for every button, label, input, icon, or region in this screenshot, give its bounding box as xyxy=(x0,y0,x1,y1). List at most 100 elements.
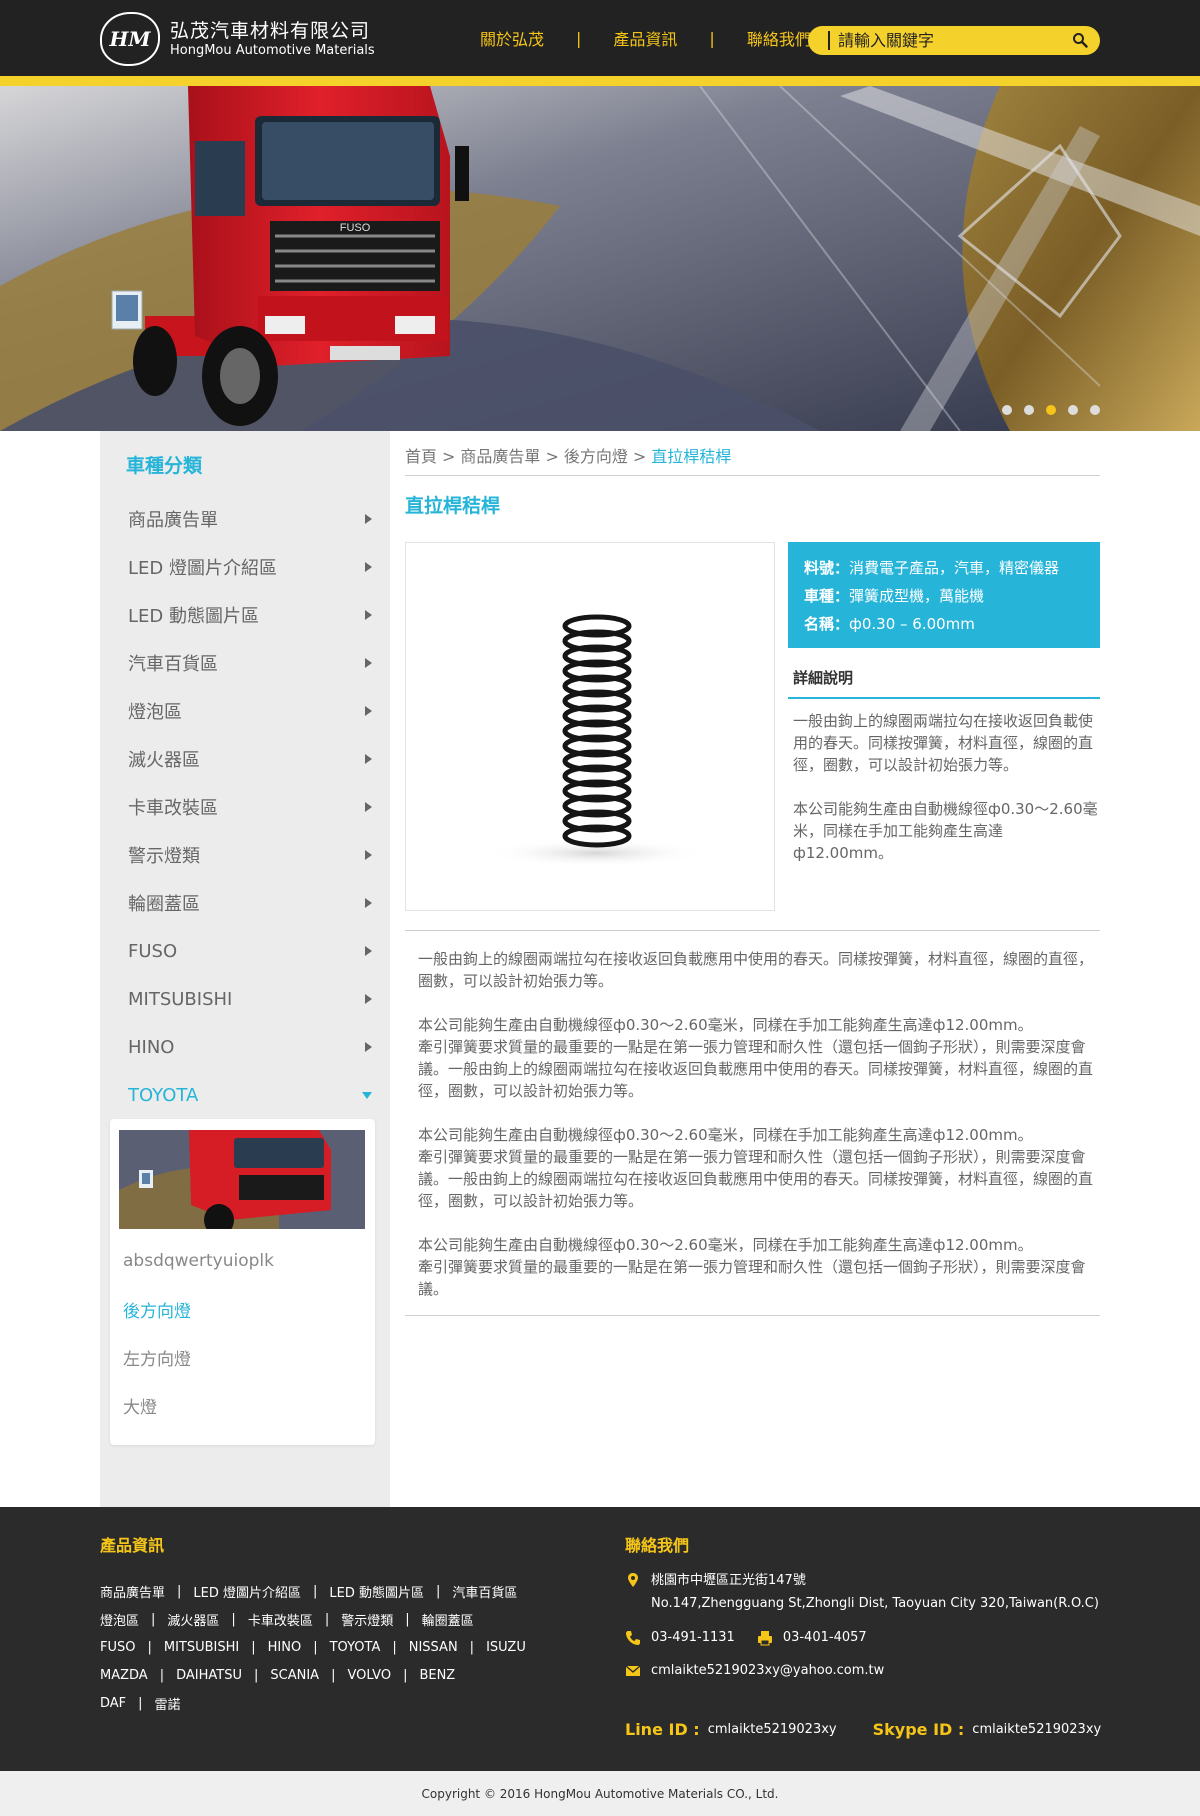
footer-link[interactable]: VOLVO xyxy=(347,1668,391,1683)
footer-link[interactable]: 商品廣告單 xyxy=(100,1582,165,1601)
carousel-dot-4[interactable] xyxy=(1068,405,1078,415)
search-input[interactable] xyxy=(828,31,1058,50)
subcategory-item[interactable]: absdqwertyuioplk xyxy=(123,1237,274,1285)
carousel-dot-3[interactable] xyxy=(1046,405,1056,415)
category-item[interactable]: LED 動態圖片區 xyxy=(100,591,390,639)
carousel-dot-5[interactable] xyxy=(1090,405,1100,415)
footer-link[interactable]: FUSO xyxy=(100,1640,135,1655)
nav-products[interactable]: 產品資訊 xyxy=(581,26,709,50)
logo[interactable]: HM 弘茂汽車材料有限公司 HongMou Automotive Materia… xyxy=(100,12,375,66)
footer-link[interactable]: DAIHATSU xyxy=(176,1668,242,1683)
category-item-active[interactable]: TOYOTA xyxy=(100,1071,390,1119)
category-item[interactable]: 商品廣告單 xyxy=(100,495,390,543)
company-name-cn: 弘茂汽車材料有限公司 xyxy=(170,20,371,42)
breadcrumb-home[interactable]: 首頁 xyxy=(405,447,437,466)
description-paragraph: 本公司能夠生產由自動機線徑ф0.30～2.60毫米，同樣在手加工能夠產生高達ф1… xyxy=(418,1236,1086,1298)
phone-number: 03-491-1131 xyxy=(651,1630,735,1645)
carousel-dot-2[interactable] xyxy=(1024,405,1034,415)
footer-link[interactable]: LED 燈圖片介紹區 xyxy=(193,1582,301,1601)
mail-icon xyxy=(625,1664,641,1676)
line-id-label: Line ID : xyxy=(625,1720,700,1739)
company-name-en: HongMou Automotive Materials xyxy=(170,43,375,58)
category-item[interactable]: FUSO xyxy=(100,927,390,975)
hero-banner: FUSO xyxy=(0,86,1200,431)
category-item[interactable]: MITSUBISHI xyxy=(100,975,390,1023)
divider xyxy=(405,475,1100,476)
breadcrumb: 首頁 > 商品廣告單 > 後方向燈 > 直拉桿秸桿 xyxy=(405,443,731,467)
chevron-right-icon xyxy=(365,1042,372,1052)
divider xyxy=(405,1315,1100,1316)
info-label: 料號： xyxy=(804,559,850,577)
category-item[interactable]: 燈泡區 xyxy=(100,687,390,735)
chevron-right-icon xyxy=(365,706,372,716)
carousel-dot-1[interactable] xyxy=(1002,405,1012,415)
subcategory-panel: absdqwertyuioplk 後方向燈 左方向燈 大燈 xyxy=(110,1119,375,1445)
category-label: 商品廣告單 xyxy=(128,510,218,531)
footer-link[interactable]: 卡車改裝區 xyxy=(248,1610,313,1629)
chevron-right-icon xyxy=(365,658,372,668)
info-value: 消費電子產品，汽車，精密儀器 xyxy=(849,559,1060,577)
footer-link[interactable]: BENZ xyxy=(419,1668,455,1683)
line-id: cmlaikte5219023xy xyxy=(707,1722,837,1737)
chevron-right-icon xyxy=(365,946,372,956)
footer-link[interactable]: TOYOTA xyxy=(330,1640,381,1655)
fax-icon xyxy=(757,1630,772,1645)
subcategory-item[interactable]: 左方向燈 xyxy=(123,1333,274,1381)
footer-link[interactable]: 警示燈類 xyxy=(341,1610,393,1629)
info-row: 名稱：ф0.30 – 6.00mm xyxy=(804,610,1084,638)
email-link[interactable]: cmlaikte5219023xy@yahoo.com.tw xyxy=(651,1659,884,1682)
category-label: LED 動態圖片區 xyxy=(128,606,259,627)
category-item[interactable]: 滅火器區 xyxy=(100,735,390,783)
category-label: HINO xyxy=(128,1036,175,1058)
search-box xyxy=(808,26,1100,55)
category-item[interactable]: 警示燈類 xyxy=(100,831,390,879)
chevron-right-icon xyxy=(365,754,372,764)
subcategory-item-active[interactable]: 後方向燈 xyxy=(123,1285,274,1333)
fax-number: 03-401-4057 xyxy=(782,1630,867,1645)
chevron-right-icon xyxy=(365,514,372,524)
footer-link[interactable]: LED 動態圖片區 xyxy=(329,1582,424,1601)
subcategory-item[interactable]: 大燈 xyxy=(123,1381,274,1429)
footer-link[interactable]: 雷諾 xyxy=(155,1694,181,1713)
footer-link[interactable]: NISSAN xyxy=(409,1640,458,1655)
category-item[interactable]: 卡車改裝區 xyxy=(100,783,390,831)
info-label: 名稱： xyxy=(804,615,850,633)
info-row: 料號：消費電子產品，汽車，精密儀器 xyxy=(804,554,1084,582)
phone-icon xyxy=(626,1630,640,1645)
chevron-right-icon xyxy=(365,850,372,860)
breadcrumb-item[interactable]: 後方向燈 xyxy=(564,447,628,466)
footer-link[interactable]: 滅火器區 xyxy=(167,1610,219,1629)
chevron-right-icon xyxy=(365,898,372,908)
footer-link[interactable]: SCANIA xyxy=(270,1668,319,1683)
category-item[interactable]: HINO xyxy=(100,1023,390,1071)
footer-link[interactable]: 燈泡區 xyxy=(100,1610,139,1629)
category-item[interactable]: LED 燈圖片介紹區 xyxy=(100,543,390,591)
footer-link[interactable]: MITSUBISHI xyxy=(164,1640,239,1655)
logo-mark: HM xyxy=(100,12,160,66)
footer-link[interactable]: ISUZU xyxy=(486,1640,526,1655)
category-label: 警示燈類 xyxy=(128,846,200,867)
breadcrumb-item[interactable]: 商品廣告單 xyxy=(460,447,540,466)
footer-link[interactable]: HINO xyxy=(268,1640,302,1655)
search-icon[interactable] xyxy=(1072,32,1088,48)
sidebar-title: 車種分類 xyxy=(126,455,203,477)
subcategory-thumbnail xyxy=(119,1130,365,1229)
header-accent-bar xyxy=(0,76,1200,86)
footer-contact: 桃園市中壢區正光街147號 No.147,Zhengguang St,Zhong… xyxy=(625,1569,1099,1682)
footer-link[interactable]: DAF xyxy=(100,1696,126,1711)
footer-link[interactable]: MAZDA xyxy=(100,1668,148,1683)
category-label: LED 燈圖片介紹區 xyxy=(128,558,277,579)
category-item[interactable]: 汽車百貨區 xyxy=(100,639,390,687)
category-item[interactable]: 輪圈蓋區 xyxy=(100,879,390,927)
description-paragraph: 本公司能夠生產由自動機線徑ф0.30～2.60毫米，同樣在手加工能夠產生高達ф1… xyxy=(418,1016,1094,1100)
carousel-dots xyxy=(1002,405,1112,415)
footer-link[interactable]: 汽車百貨區 xyxy=(452,1582,517,1601)
chevron-right-icon xyxy=(365,994,372,1004)
chevron-down-icon xyxy=(362,1091,372,1099)
page-title: 直拉桿秸桿 xyxy=(405,495,501,517)
footer-link[interactable]: 輪圈蓋區 xyxy=(422,1610,474,1629)
copyright: Copyright © 2016 HongMou Automotive Mate… xyxy=(0,1771,1200,1816)
category-label: 滅火器區 xyxy=(128,750,200,771)
nav-about[interactable]: 關於弘茂 xyxy=(448,26,576,50)
truck-badge: FUSO xyxy=(340,222,371,234)
